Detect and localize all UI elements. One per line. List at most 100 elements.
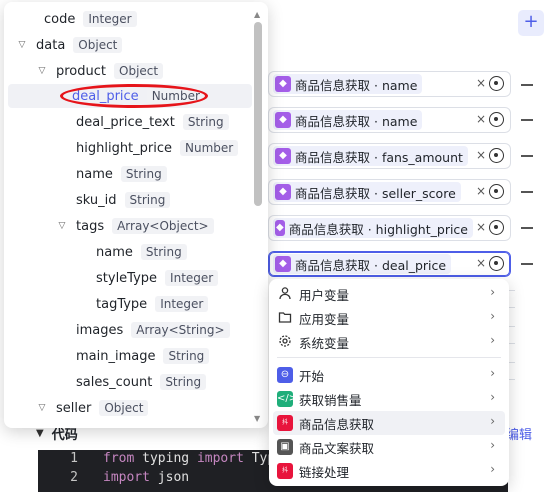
field-name: deal_price_text xyxy=(76,114,175,130)
remove-variable-button[interactable] xyxy=(521,227,533,229)
menu-item-product-info[interactable]: 抖 商品信息获取 › xyxy=(273,411,505,435)
cube-icon: ◆ xyxy=(275,112,291,128)
tree-node[interactable]: name String xyxy=(56,162,167,186)
field-name: highlight_price xyxy=(76,140,173,156)
tree-node[interactable]: styleType Integer xyxy=(76,266,219,290)
variable-input-1[interactable]: ◆ 商品信息获取 · name × xyxy=(268,71,511,97)
variable-chip: ◆ 商品信息获取 · name xyxy=(273,110,423,130)
menu-item-product-copy[interactable]: ▣ 商品文案获取 › xyxy=(273,435,505,459)
chevron-down-icon[interactable]: ▽ xyxy=(36,403,48,413)
clear-icon[interactable]: × xyxy=(476,76,486,90)
cube-icon: ◆ xyxy=(275,148,291,164)
variable-source: 商品信息获取 xyxy=(295,185,371,201)
tree-node[interactable]: ▽ tags Array<Object> xyxy=(56,214,214,238)
clear-icon[interactable]: × xyxy=(476,148,486,162)
field-name: name xyxy=(96,244,133,260)
field-name: images xyxy=(76,322,124,338)
field-name: seller xyxy=(56,400,92,416)
tree-node[interactable]: code Integer xyxy=(24,7,137,31)
target-icon[interactable] xyxy=(489,148,504,163)
target-icon[interactable] xyxy=(489,220,504,235)
variable-field: seller_score xyxy=(381,185,456,201)
cube-icon: ◆ xyxy=(275,184,291,200)
field-name: code xyxy=(44,11,76,27)
line-number: 1 xyxy=(70,451,78,466)
add-variable-button[interactable]: + xyxy=(518,10,544,36)
menu-item-user-variables[interactable]: 用户变量 › xyxy=(273,282,505,306)
scroll-down-icon[interactable]: ▼ xyxy=(254,414,260,423)
menu-item-link-processing[interactable]: 抖 链接处理 › xyxy=(273,459,505,483)
tree-node[interactable]: main_image String xyxy=(56,344,210,368)
chevron-right-icon: › xyxy=(490,390,495,404)
chevron-down-icon[interactable]: ▽ xyxy=(16,40,28,50)
chevron-right-icon: › xyxy=(490,333,495,347)
chevron-right-icon: › xyxy=(490,285,495,299)
line-number: 2 xyxy=(70,470,78,485)
field-type: Integer xyxy=(155,296,209,312)
field-name: main_image xyxy=(76,348,156,364)
remove-variable-button[interactable] xyxy=(521,263,533,265)
remove-variable-button[interactable] xyxy=(521,119,533,121)
tree-node[interactable]: ▽ data Object xyxy=(16,33,123,57)
menu-item-get-sales[interactable]: </> 获取销售量 › xyxy=(273,387,505,411)
field-name: sku_id xyxy=(76,192,117,208)
variable-input-4[interactable]: ◆ 商品信息获取 · seller_score × xyxy=(268,179,511,205)
remove-variable-button[interactable] xyxy=(521,191,533,193)
tree-node[interactable]: sales_count String xyxy=(56,370,207,394)
clear-icon[interactable]: × xyxy=(476,256,486,270)
field-name: styleType xyxy=(96,270,158,286)
clear-icon[interactable]: × xyxy=(476,220,486,234)
clear-icon[interactable]: × xyxy=(476,184,486,198)
tiktok-mall-icon: 抖 xyxy=(277,415,293,431)
tree-node[interactable]: deal_price_text String xyxy=(56,110,229,134)
variable-field: name xyxy=(381,113,418,129)
tree-node[interactable]: sku_id String xyxy=(56,188,171,212)
output-field-tree-popup[interactable]: code Integer ▽ data Object ▽ product Obj… xyxy=(4,2,268,428)
variable-source-menu[interactable]: 用户变量 › 应用变量 › 系统变量 › ⊖ 开始 › </> 获取销售量 › … xyxy=(269,279,509,486)
remove-variable-button[interactable] xyxy=(521,84,533,86)
field-type: String xyxy=(163,348,210,364)
chevron-down-icon[interactable]: ▽ xyxy=(56,221,68,231)
variable-field: highlight_price xyxy=(375,221,468,237)
tree-node[interactable]: ▽ seller Object xyxy=(36,396,149,420)
menu-item-app-variables[interactable]: 应用变量 › xyxy=(273,306,505,330)
tree-node[interactable]: ▽ product Object xyxy=(36,59,164,83)
menu-divider xyxy=(277,357,501,358)
field-type: Number xyxy=(180,140,239,156)
edit-code-button[interactable]: 编辑 xyxy=(506,424,532,443)
menu-item-start[interactable]: ⊖ 开始 › xyxy=(273,363,505,387)
menu-item-system-variables[interactable]: 系统变量 › xyxy=(273,330,505,354)
scroll-up-icon[interactable]: ▲ xyxy=(254,10,260,19)
chevron-right-icon: › xyxy=(490,462,495,476)
tree-node[interactable]: tagType Integer xyxy=(76,292,209,316)
tree-node[interactable]: images Array<String> xyxy=(56,318,230,342)
target-icon[interactable] xyxy=(489,184,504,199)
variable-input-5[interactable]: ◆ 商品信息获取 · highlight_price × xyxy=(268,215,511,241)
variable-input-3[interactable]: ◆ 商品信息获取 · fans_amount × xyxy=(268,143,511,169)
chevron-down-icon[interactable]: ▽ xyxy=(36,66,48,76)
variable-chip: ◆ 商品信息获取 · seller_score xyxy=(273,182,461,202)
variable-source: 商品信息获取 xyxy=(295,257,371,273)
variable-source: 商品信息获取 xyxy=(295,149,371,165)
tree-node[interactable]: name String xyxy=(76,240,187,264)
code-icon: </> xyxy=(277,391,297,407)
target-icon[interactable] xyxy=(489,112,504,127)
field-type: Integer xyxy=(165,270,219,286)
target-icon[interactable] xyxy=(489,76,504,91)
field-type: Object xyxy=(99,400,149,416)
remove-variable-button[interactable] xyxy=(521,155,533,157)
chevron-down-icon: ▼ xyxy=(36,428,44,439)
scrollbar-thumb[interactable] xyxy=(254,22,262,206)
target-icon[interactable] xyxy=(489,256,504,271)
variable-source: 商品信息获取 xyxy=(295,77,371,93)
variable-input-2[interactable]: ◆ 商品信息获取 · name × xyxy=(268,107,511,133)
variable-field: name xyxy=(381,77,418,93)
variable-chip: ◆ 商品信息获取 · highlight_price xyxy=(273,218,473,238)
tree-node[interactable]: highlight_price Number xyxy=(56,136,239,160)
field-name: product xyxy=(56,63,107,79)
field-type: String xyxy=(182,114,229,130)
field-name: sales_count xyxy=(76,374,153,390)
variable-input-6[interactable]: ◆ 商品信息获取 · deal_price × xyxy=(268,251,511,277)
start-icon: ⊖ xyxy=(277,367,293,383)
clear-icon[interactable]: × xyxy=(476,112,486,126)
